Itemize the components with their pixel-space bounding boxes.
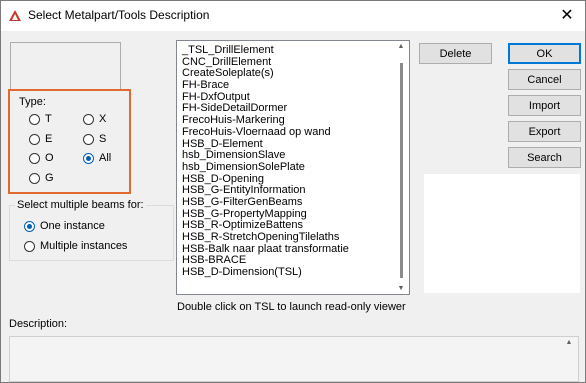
list-item[interactable]: HSB_D-Opening — [182, 173, 349, 185]
radio-button[interactable] — [24, 240, 35, 252]
list-item[interactable]: FH-Brace — [182, 79, 349, 91]
scroll-down-icon[interactable]: ▼ — [393, 285, 409, 292]
list-item[interactable]: _TSL_DrillElement — [182, 44, 349, 56]
radio-multiple-instances[interactable]: Multiple instances — [24, 238, 127, 254]
list-item[interactable]: HSB_R-StretchOpeningTilelaths — [182, 231, 349, 243]
list-item[interactable]: HSB_G-EntityInformation — [182, 184, 349, 196]
preview-box — [10, 42, 121, 91]
scrollbar-thumb[interactable] — [400, 63, 403, 278]
list-item[interactable]: HSB_G-PropertyMapping — [182, 208, 349, 220]
app-icon — [9, 10, 21, 21]
scroll-up-icon[interactable]: ▲ — [393, 43, 409, 50]
preview-panel — [424, 174, 580, 293]
description-scrollbar[interactable]: ▲ — [562, 337, 576, 379]
list-item[interactable]: HSB_G-FilterGenBeams — [182, 196, 349, 208]
list-item[interactable]: FrecoHuis-Markering — [182, 114, 349, 126]
title-bar: Select Metalpart/Tools Description ✕ — [1, 1, 585, 31]
tsl-listbox[interactable]: _TSL_DrillElement CNC_DrillElement Creat… — [176, 40, 410, 295]
list-item[interactable]: hsb_DimensionSolePlate — [182, 161, 349, 173]
cancel-button[interactable]: Cancel — [508, 69, 581, 90]
list-item[interactable]: HSB-Balk naar plaat transformatie — [182, 243, 349, 255]
list-item[interactable]: HSB_R-OptimizeBattens — [182, 219, 349, 231]
list-item[interactable]: FH-DxfOutput — [182, 91, 349, 103]
dialog-window: Select Metalpart/Tools Description ✕ Typ… — [0, 0, 586, 383]
export-button[interactable]: Export — [508, 121, 581, 142]
ok-button[interactable]: OK — [508, 43, 581, 64]
list-item[interactable]: CNC_DrillElement — [182, 56, 349, 68]
radio-one-instance[interactable]: One instance — [24, 218, 105, 234]
close-icon[interactable]: ✕ — [549, 1, 585, 31]
description-field[interactable] — [9, 336, 579, 382]
list-item[interactable]: FH-SideDetailDormer — [182, 102, 349, 115]
list-item[interactable]: hsb_DimensionSlave — [182, 149, 349, 161]
search-button[interactable]: Search — [508, 147, 581, 168]
list-item[interactable]: HSB-BRACE — [182, 254, 349, 267]
list-item[interactable]: CreateSoleplate(s) — [182, 67, 349, 80]
description-label: Description: — [9, 318, 68, 330]
scroll-up-icon[interactable]: ▲ — [562, 339, 576, 346]
radio-label: Multiple instances — [40, 240, 128, 252]
list-item[interactable]: HSB_D-Dimension(TSL) — [182, 266, 349, 278]
list-scrollbar[interactable]: ▲ ▼ — [393, 41, 409, 294]
viewer-hint: Double click on TSL to launch read-only … — [177, 301, 406, 313]
radio-label: One instance — [40, 220, 105, 232]
delete-button[interactable]: Delete — [419, 43, 492, 64]
list-item[interactable]: FrecoHuis-Vloernaad op wand — [182, 126, 349, 138]
highlight-frame — [8, 89, 131, 194]
window-title: Select Metalpart/Tools Description — [28, 8, 210, 22]
radio-button[interactable] — [24, 220, 35, 232]
list-item[interactable]: HSB_D-Element — [182, 138, 349, 150]
import-button[interactable]: Import — [508, 95, 581, 116]
beams-group-label: Select multiple beams for: — [15, 199, 146, 211]
